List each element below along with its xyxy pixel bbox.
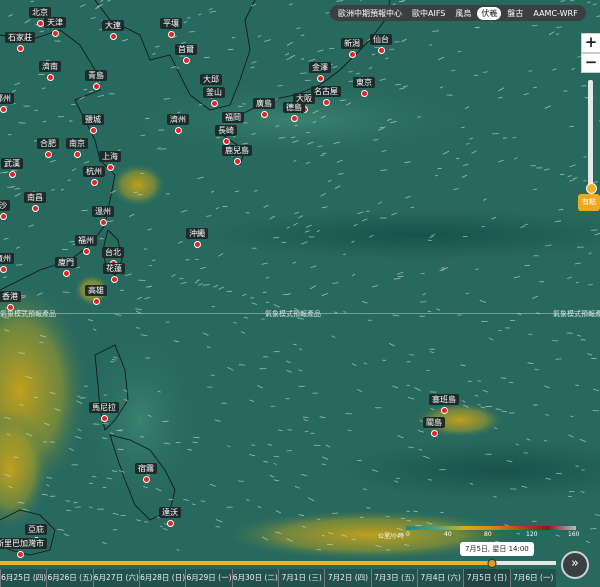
- wind-streak: [563, 90, 568, 92]
- wind-streak: [179, 278, 184, 280]
- wind-band: [110, 163, 166, 207]
- wind-streak: [38, 194, 43, 196]
- timeline-day[interactable]: 7月5日 (日): [463, 569, 510, 587]
- wind-streak: [48, 78, 53, 80]
- wind-streak: [589, 528, 597, 530]
- timeline-handle[interactable]: [487, 559, 497, 568]
- wind-streak: [371, 53, 376, 56]
- wind-band: [415, 402, 505, 438]
- wind-streak: [502, 137, 508, 139]
- tab-ecmwf[interactable]: 歐洲中期預報中心: [334, 7, 406, 20]
- wind-streak: [193, 436, 200, 439]
- wind-streak: [145, 117, 150, 120]
- source-note: 氣象模式預報產品: [265, 310, 321, 318]
- wind-streak: [8, 134, 12, 136]
- wind-streak: [485, 405, 493, 408]
- wind-streak: [89, 482, 93, 485]
- timeline-day[interactable]: 6月29日 (一): [185, 569, 232, 587]
- tab-ecmwf-aifs[interactable]: 歐中AIFS: [408, 7, 449, 20]
- legend-tick: 120: [526, 531, 538, 538]
- source-note: 氣象模式預報產品: [553, 310, 600, 318]
- wind-streak: [427, 479, 433, 481]
- timeline: 6月25日 (四) 6月26日 (五) 6月27日 (六) 6月28日 (日) 6月29…: [0, 558, 600, 587]
- wind-streak: [136, 327, 140, 329]
- timeline-progress-fill: [0, 561, 493, 565]
- wind-band: [80, 330, 200, 510]
- wind-streak: [200, 78, 205, 80]
- wind-streak: [500, 377, 507, 379]
- legend-tick: 80: [484, 531, 492, 538]
- wind-streak: [366, 507, 371, 509]
- zoom-level-badge[interactable]: 有點: [578, 194, 600, 211]
- timeline-day[interactable]: 6月27日 (六): [92, 569, 139, 587]
- time-tooltip: 7月5日, 星日 14:00: [460, 542, 534, 556]
- tab-pangu[interactable]: 盤古: [503, 7, 527, 20]
- day-list: 6月25日 (四) 6月26日 (五) 6月27日 (六) 6月28日 (日) 6月29…: [0, 569, 556, 587]
- wind-streak: [441, 267, 446, 269]
- wind-streak: [211, 305, 215, 308]
- timeline-progress[interactable]: [0, 559, 556, 568]
- timeline-day[interactable]: 7月1日 (三): [277, 569, 325, 587]
- model-selector: 歐洲中期預報中心 歐中AIFS 風烏 伏羲 盤古 AAMC-WRF: [330, 5, 586, 21]
- wind-map[interactable]: [0, 0, 600, 587]
- zoom-out-button[interactable]: −: [581, 53, 600, 73]
- wind-streak: [555, 358, 562, 360]
- timeline-day[interactable]: 6月30日 (二): [231, 569, 278, 587]
- legend-color-bar: [406, 526, 576, 530]
- wind-streak: [74, 506, 81, 508]
- legend-tick: 0: [406, 531, 410, 538]
- zoom-slider[interactable]: [588, 80, 593, 192]
- tab-aamc-wrf[interactable]: AAMC-WRF: [529, 8, 581, 19]
- tab-fuxi[interactable]: 伏羲: [477, 6, 502, 20]
- wind-streak: [409, 354, 415, 356]
- timeline-day[interactable]: 7月6日 (一): [509, 569, 556, 587]
- legend-tick: 160: [568, 531, 580, 538]
- tab-fengwu[interactable]: 風烏: [451, 7, 475, 20]
- timeline-day[interactable]: 6月25日 (四): [0, 569, 47, 587]
- wind-streak: [575, 282, 579, 284]
- timeline-day[interactable]: 7月3日 (五): [370, 569, 417, 587]
- wind-streak: [332, 512, 339, 514]
- wind-streak: [140, 134, 146, 136]
- legend-tick: 40: [444, 531, 452, 538]
- timeline-day[interactable]: 6月26日 (五): [46, 569, 93, 587]
- wind-streak: [397, 275, 404, 278]
- wind-streak: [50, 441, 55, 443]
- zoom-in-button[interactable]: +: [581, 33, 600, 53]
- wind-streak: [512, 137, 517, 139]
- wind-band: [120, 80, 480, 160]
- wind-speed-legend: 公里/小時 0 40 80 120 160: [374, 524, 584, 544]
- wind-band: [74, 274, 110, 306]
- source-note: 氣象模式預報產品: [0, 310, 56, 318]
- timeline-day[interactable]: 6月28日 (日): [138, 569, 186, 587]
- wind-streak: [419, 301, 427, 303]
- play-forward-button[interactable]: »: [561, 551, 589, 579]
- zoom-slider-handle[interactable]: [586, 183, 597, 194]
- wind-streak: [237, 480, 244, 482]
- wind-streak: [102, 423, 109, 425]
- legend-unit: 公里/小時: [378, 533, 405, 540]
- wind-streak: [300, 58, 305, 60]
- wind-streak: [117, 448, 124, 451]
- wind-streak: [80, 397, 86, 399]
- timeline-day[interactable]: 7月2日 (四): [324, 569, 371, 587]
- timeline-day[interactable]: 7月4日 (六): [416, 569, 464, 587]
- wind-streak: [140, 436, 144, 438]
